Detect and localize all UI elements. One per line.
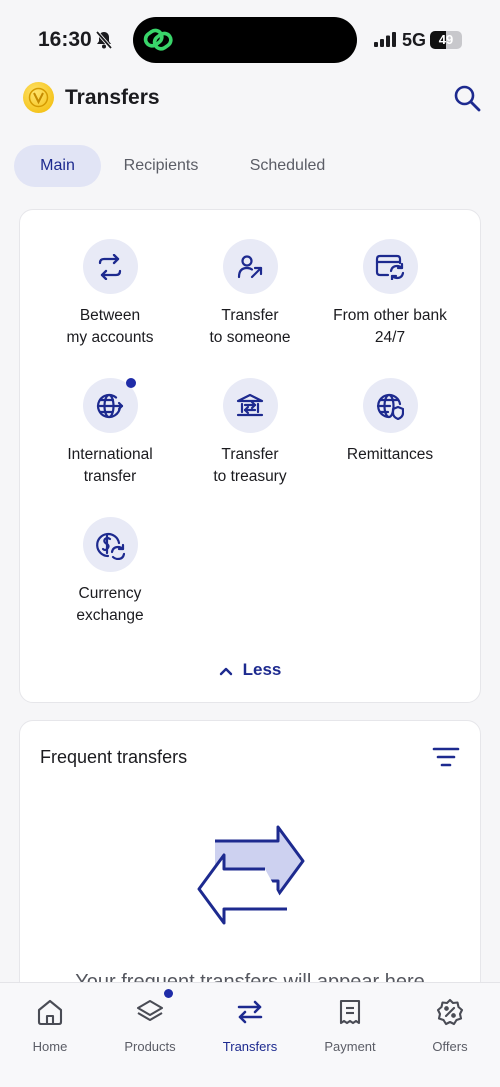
dynamic-island — [133, 17, 357, 63]
nav-label: Transfers — [222, 1039, 278, 1054]
filter-icon[interactable] — [432, 745, 460, 769]
transfer-options-card: Between my accounts Transfer to someone Fr… — [19, 209, 481, 703]
page-title: Transfers — [65, 86, 160, 109]
service-label: International transfer — [67, 446, 153, 485]
nav-label: Payment — [324, 1039, 376, 1054]
nav-item-transfers[interactable]: Transfers — [200, 997, 300, 1054]
globe-arrow-icon — [82, 378, 138, 433]
transfer-arrows-icon — [237, 1000, 263, 1024]
receipt-icon — [339, 999, 361, 1025]
notification-dot — [125, 378, 136, 388]
nav-item-payment[interactable]: Payment — [300, 997, 400, 1054]
layers-icon — [136, 999, 164, 1022]
nav-item-home[interactable]: Home — [0, 997, 100, 1054]
search-icon[interactable] — [453, 84, 481, 112]
swap-arrows-icon — [82, 239, 138, 294]
less-label: Less — [242, 660, 282, 679]
nav-label: Home — [32, 1039, 68, 1054]
service-remittances[interactable]: Remittances — [315, 378, 465, 466]
service-between-accounts[interactable]: Between my accounts — [35, 239, 185, 349]
bank-logo[interactable] — [23, 82, 54, 113]
service-currency-exchange[interactable]: Currency exchange — [35, 517, 185, 627]
less-toggle-button[interactable]: Less — [20, 660, 480, 680]
service-from-other-bank[interactable]: From other bank 24/7 — [315, 239, 465, 349]
notification-dot — [164, 989, 173, 998]
card-refresh-icon — [362, 239, 418, 294]
status-time: 16:30 — [38, 28, 92, 51]
service-transfer-to-someone[interactable]: Transfer to someone — [175, 239, 325, 349]
link-icon — [143, 28, 173, 51]
nav-label: Products — [124, 1039, 176, 1054]
service-label: Remittances — [346, 446, 434, 463]
signal-icon — [374, 32, 396, 47]
service-label: Between my accounts — [66, 307, 154, 346]
service-international-transfer[interactable]: International transfer — [35, 378, 185, 488]
bottom-nav: Home Products Transfers Payment Offers — [0, 982, 500, 1087]
battery-indicator: 49 — [430, 31, 462, 49]
network-type: 5G — [402, 30, 427, 50]
nav-label: Offers — [432, 1039, 468, 1054]
currency-exchange-icon — [82, 517, 138, 572]
bell-muted-icon — [95, 30, 113, 50]
tab-recipients[interactable]: Recipients — [111, 145, 211, 187]
tab-scheduled[interactable]: Scheduled — [236, 145, 339, 187]
service-label: From other bank 24/7 — [333, 307, 447, 346]
frequent-transfers-card: Frequent transfers Your frequent transfe… — [19, 720, 481, 1020]
home-icon — [37, 999, 63, 1026]
crest-icon — [28, 87, 49, 108]
bank-arrow-icon — [222, 378, 278, 433]
nav-item-products[interactable]: Products — [100, 989, 200, 1054]
service-label: Transfer to someone — [209, 307, 291, 346]
tab-main[interactable]: Main — [14, 145, 101, 187]
transfer-arrows-illustration — [197, 825, 305, 925]
status-bar: 16:30 5G 49 — [0, 0, 500, 80]
service-transfer-to-treasury[interactable]: Transfer to treasury — [175, 378, 325, 488]
globe-shield-icon — [362, 378, 418, 433]
service-label: Transfer to treasury — [213, 446, 287, 485]
person-arrow-icon — [222, 239, 278, 294]
nav-item-offers[interactable]: Offers — [400, 997, 500, 1054]
discount-badge-icon — [436, 998, 464, 1026]
chevron-up-icon — [219, 667, 232, 675]
page-header: Transfers — [0, 80, 500, 130]
service-label: Currency exchange — [76, 585, 144, 624]
section-title: Frequent transfers — [40, 747, 188, 767]
battery-percent: 49 — [438, 32, 454, 47]
